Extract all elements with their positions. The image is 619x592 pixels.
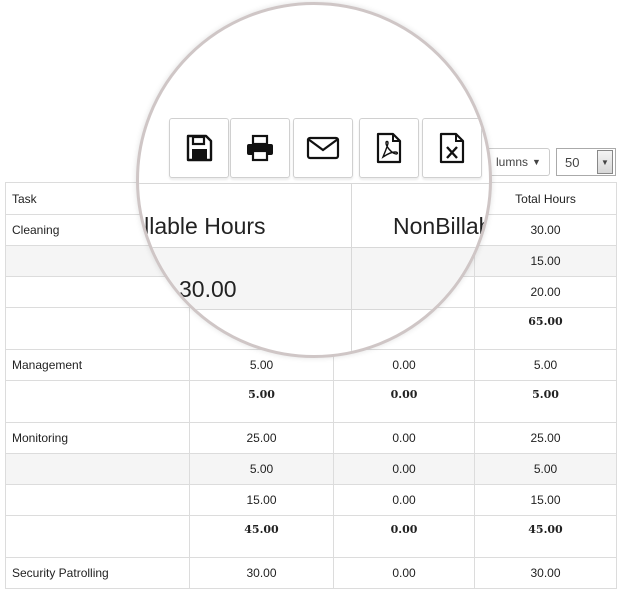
nonbillable-hours-cell: 0.00 <box>333 422 475 454</box>
billable-hours-cell: 45.00 <box>189 515 334 558</box>
email-button[interactable] <box>293 118 353 178</box>
table-row: 15.00 0.00 15.00 <box>5 484 617 516</box>
total-hours-cell: 15.00 <box>474 484 617 516</box>
task-cell <box>5 453 190 485</box>
task-cell <box>5 515 190 558</box>
task-cell <box>5 380 190 423</box>
save-button[interactable] <box>169 118 229 178</box>
nonbillable-hours-cell: 0.00 <box>333 380 475 423</box>
export-pdf-button[interactable] <box>359 118 419 178</box>
total-hours-cell: 20.00 <box>474 276 617 308</box>
zoomed-value: 30.00 <box>179 276 237 302</box>
floppy-disk-icon <box>186 134 213 162</box>
billable-hours-cell: 5.00 <box>189 380 334 423</box>
total-hours-cell: 5.00 <box>474 380 617 423</box>
table-row: Security Patrolling 30.00 0.00 30.00 <box>5 557 617 589</box>
print-button[interactable] <box>230 118 290 178</box>
task-cell <box>5 484 190 516</box>
task-cell: Monitoring <box>5 422 190 454</box>
page-size-select[interactable]: 50 ▼ <box>556 148 616 176</box>
envelope-icon <box>306 136 340 160</box>
export-excel-button[interactable] <box>422 118 482 178</box>
billable-hours-cell: 25.00 <box>189 422 334 454</box>
table-total-row: 5.00 0.00 5.00 <box>5 380 617 423</box>
total-hours-cell: 5.00 <box>474 453 617 485</box>
caret-down-icon: ▼ <box>532 157 541 167</box>
billable-hours-header-zoomed: illable Hours <box>139 213 266 239</box>
total-hours-cell: 5.00 <box>474 349 617 381</box>
table-row: Monitoring 25.00 0.00 25.00 <box>5 422 617 454</box>
printer-icon <box>247 134 273 162</box>
excel-file-icon <box>439 132 465 164</box>
nonbillable-hours-cell: 0.00 <box>333 484 475 516</box>
pdf-file-icon <box>376 132 402 164</box>
page-size-value: 50 <box>565 154 580 170</box>
total-hours-cell: 45.00 <box>474 515 617 558</box>
total-hours-cell: 30.00 <box>474 557 617 589</box>
columns-toggle-label: lumns <box>496 155 529 169</box>
billable-hours-cell: 15.00 <box>189 484 334 516</box>
magnifier-lens: illable Hours NonBillab 30.00 <box>136 2 492 358</box>
billable-hours-cell: 5.00 <box>189 453 334 485</box>
billable-hours-cell: 30.00 <box>189 557 334 589</box>
nonbillable-hours-cell: 0.00 <box>333 515 475 558</box>
table-row: 5.00 0.00 5.00 <box>5 453 617 485</box>
total-hours-cell: 15.00 <box>474 245 617 277</box>
total-hours-cell: 25.00 <box>474 422 617 454</box>
total-hours-cell: 65.00 <box>474 307 617 350</box>
table-total-row: 45.00 0.00 45.00 <box>5 515 617 558</box>
nonbillable-hours-header-zoomed: NonBillab <box>393 213 492 239</box>
total-hours-cell: 30.00 <box>474 214 617 246</box>
column-header-total-hours[interactable]: Total Hours <box>474 182 617 215</box>
task-cell: Security Patrolling <box>5 557 190 589</box>
nonbillable-hours-cell: 0.00 <box>333 557 475 589</box>
dropdown-arrow-icon[interactable]: ▼ <box>597 150 613 174</box>
nonbillable-hours-cell: 0.00 <box>333 453 475 485</box>
